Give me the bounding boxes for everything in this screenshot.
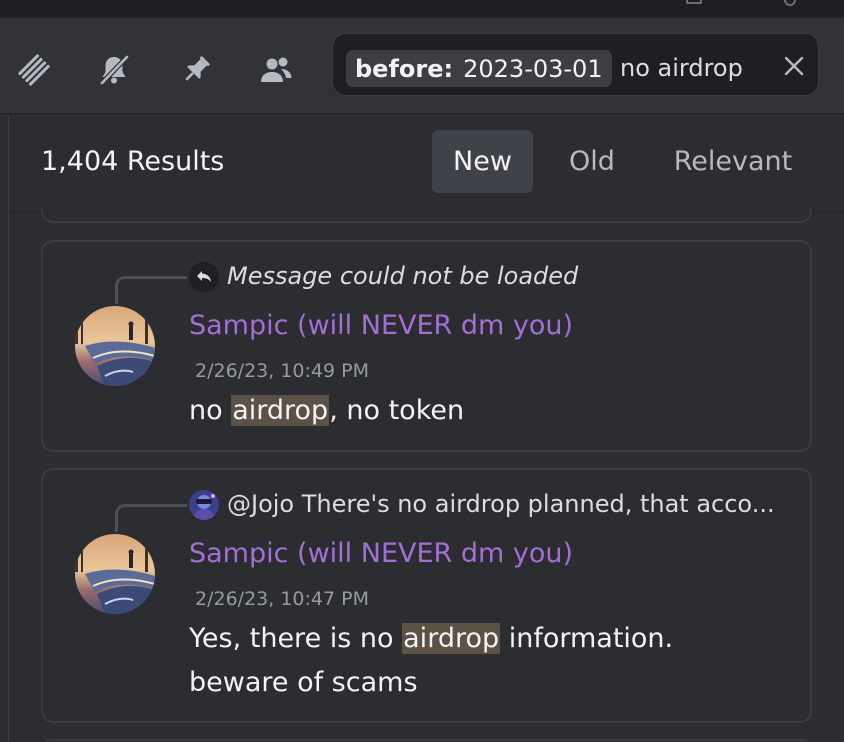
pin-icon[interactable] — [176, 50, 216, 90]
search-result-card[interactable]: Message could not be loaded Sampic (will… — [41, 240, 812, 452]
message-text: , no token — [329, 395, 465, 426]
message-text: beware of scams — [189, 667, 418, 698]
avatar[interactable] — [75, 534, 155, 614]
members-icon-glyph — [261, 57, 292, 82]
message-content-line: beware of scams — [189, 667, 418, 698]
message-timestamp[interactable]: 2/26/23, 10:49 PM — [195, 360, 369, 382]
message-content-line: Yes, there is no airdrop information. — [189, 623, 673, 654]
filter-key: before: — [355, 54, 454, 83]
close-icon — [784, 56, 804, 76]
message-author[interactable]: Sampic (will NEVER dm you) — [189, 310, 573, 341]
search-results-panel: 1,404 Results New Old Relevant Message c… — [8, 115, 844, 742]
clear-search-button[interactable] — [779, 51, 809, 81]
message-text: Yes, there is no — [189, 623, 403, 654]
threads-icon[interactable] — [14, 50, 54, 90]
tab-sort-new[interactable]: New — [432, 130, 533, 193]
reply-preview-text[interactable]: Message could not be loaded — [227, 262, 578, 290]
results-header: 1,404 Results New Old Relevant — [9, 115, 844, 212]
members-icon[interactable] — [256, 50, 296, 90]
message-text: information. — [500, 623, 674, 654]
message-timestamp[interactable]: 2/26/23, 10:47 PM — [195, 588, 369, 610]
search-highlight: airdrop — [231, 395, 330, 426]
filter-value: 2023-03-01 — [463, 54, 603, 83]
previous-result-card[interactable] — [41, 209, 812, 223]
reply-connector — [115, 504, 187, 532]
pin-icon-glyph — [185, 56, 210, 81]
reply-connector — [115, 276, 187, 304]
avatar[interactable] — [75, 306, 155, 386]
tab-sort-old[interactable]: Old — [550, 130, 634, 193]
reply-preview-text[interactable]: @Jojo There's no airdrop planned, that a… — [227, 490, 775, 518]
search-highlight: airdrop — [402, 623, 501, 654]
tab-sort-relevant[interactable]: Relevant — [658, 130, 808, 193]
search-query-text[interactable]: no airdrop — [620, 54, 743, 82]
search-box[interactable]: before: 2023-03-01 no airdrop — [332, 33, 819, 96]
reply-arrow-icon — [189, 262, 219, 292]
message-text: no — [189, 395, 232, 426]
message-author[interactable]: Sampic (will NEVER dm you) — [189, 538, 573, 569]
inbox-icon[interactable] — [686, 0, 702, 4]
reply-author-avatar[interactable] — [189, 490, 219, 520]
help-icon[interactable] — [784, 0, 796, 6]
channel-toolbar: before: 2023-03-01 no airdrop — [0, 18, 844, 114]
window-top-strip — [0, 0, 844, 18]
results-count: 1,404 Results — [41, 146, 225, 177]
search-result-card[interactable]: @Jojo There's no airdrop planned, that a… — [41, 468, 812, 723]
message-content-line: no airdrop, no token — [189, 395, 464, 426]
threads-icon-glyph — [18, 54, 50, 86]
search-filter-chip[interactable]: before: 2023-03-01 — [346, 50, 612, 87]
mute-bell-icon[interactable] — [94, 50, 134, 90]
mute-bell-icon-glyph — [100, 55, 129, 85]
